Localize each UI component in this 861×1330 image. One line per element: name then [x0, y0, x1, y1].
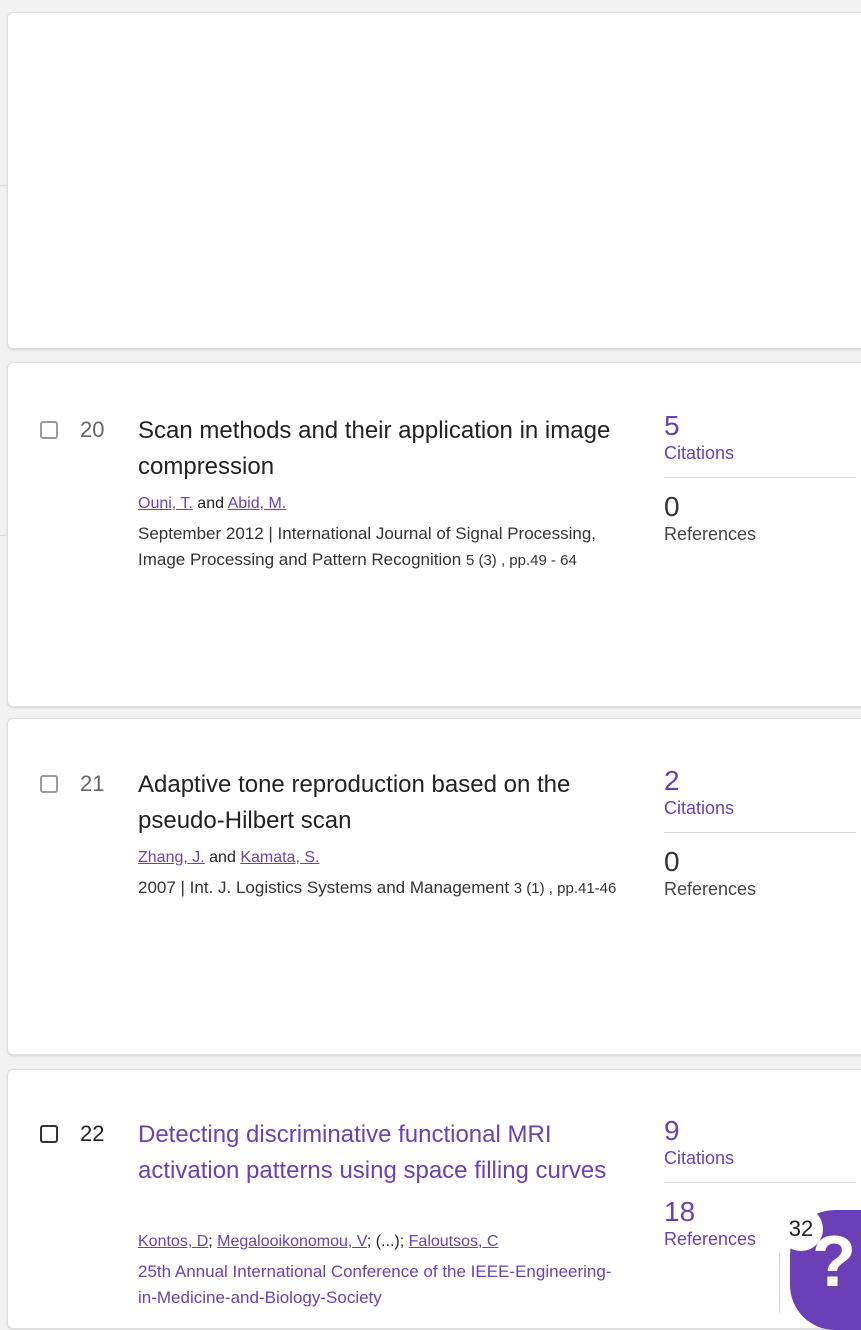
publication-venue: 2007 | Int. J. Logistics Systems and Man… — [138, 878, 510, 897]
publication-details: 3 (1) , pp.41-46 — [513, 880, 617, 897]
result-number: 20 — [80, 417, 105, 442]
citations-label[interactable]: Citations — [664, 1146, 861, 1170]
author-link[interactable]: Megalooikonomou, V — [217, 1233, 367, 1250]
result-title[interactable]: Scan methods and their application in im… — [138, 413, 618, 485]
help-count-badge: 32 — [779, 1207, 823, 1251]
author-link[interactable]: Ouni, T. — [138, 495, 193, 512]
select-checkbox[interactable] — [40, 421, 58, 439]
references-count: 0 — [664, 491, 680, 522]
citations-label[interactable]: Citations — [664, 796, 861, 820]
publication-meta: 2007 | Int. J. Logistics Systems and Man… — [138, 875, 628, 902]
result-number: 22 — [80, 1121, 105, 1146]
result-card-empty — [7, 12, 861, 349]
select-checkbox[interactable] — [40, 1125, 58, 1143]
stats-vertical-divider — [779, 1253, 780, 1313]
result-title[interactable]: Adaptive tone reproduction based on the … — [138, 767, 618, 839]
publication-details: 5 (3) , pp.49 - 64 — [465, 552, 577, 569]
citations-count[interactable]: 9 — [664, 1116, 861, 1146]
author-link[interactable]: Faloutsos, C — [409, 1233, 499, 1250]
publication-meta: September 2012 | International Journal o… — [138, 521, 628, 574]
stats-divider — [664, 832, 856, 833]
select-checkbox[interactable] — [40, 775, 58, 793]
author-link[interactable]: Kamata, S. — [240, 849, 319, 866]
divider — [0, 535, 8, 536]
author-joiner: and — [197, 495, 224, 512]
stats-panel: 5 Citations 0 References — [664, 411, 861, 546]
citations-count[interactable]: 5 — [664, 411, 861, 441]
result-card: 20 Scan methods and their application in… — [7, 362, 861, 707]
result-card: 22 Detecting discriminative functional M… — [7, 1069, 861, 1329]
result-number: 21 — [80, 771, 105, 796]
references-label: References — [664, 524, 757, 544]
authors: Zhang, J. and Kamata, S. — [138, 849, 319, 867]
authors: Ouni, T. and Abid, M. — [138, 495, 286, 513]
author-link[interactable]: Abid, M. — [228, 495, 287, 512]
authors: Kontos, D; Megalooikonomou, V; (...); Fa… — [138, 1233, 499, 1250]
authors-ellipsis[interactable]: (...) — [376, 1233, 400, 1250]
references-count: 0 — [664, 846, 680, 877]
stats-divider — [664, 1182, 856, 1183]
stats-panel: 2 Citations 0 References — [664, 766, 861, 901]
publication-venue-link[interactable]: 25th Annual International Conference of … — [138, 1259, 628, 1311]
author-joiner: and — [209, 849, 236, 866]
result-card: 21 Adaptive tone reproduction based on t… — [7, 718, 861, 1055]
author-link[interactable]: Kontos, D — [138, 1233, 208, 1250]
result-title-link[interactable]: Detecting discriminative functional MRI … — [138, 1117, 618, 1189]
references-label: References — [664, 879, 757, 899]
citations-label[interactable]: Citations — [664, 441, 861, 465]
citations-count[interactable]: 2 — [664, 766, 861, 796]
divider — [0, 185, 8, 186]
author-link[interactable]: Zhang, J. — [138, 849, 205, 866]
stats-divider — [664, 477, 856, 478]
